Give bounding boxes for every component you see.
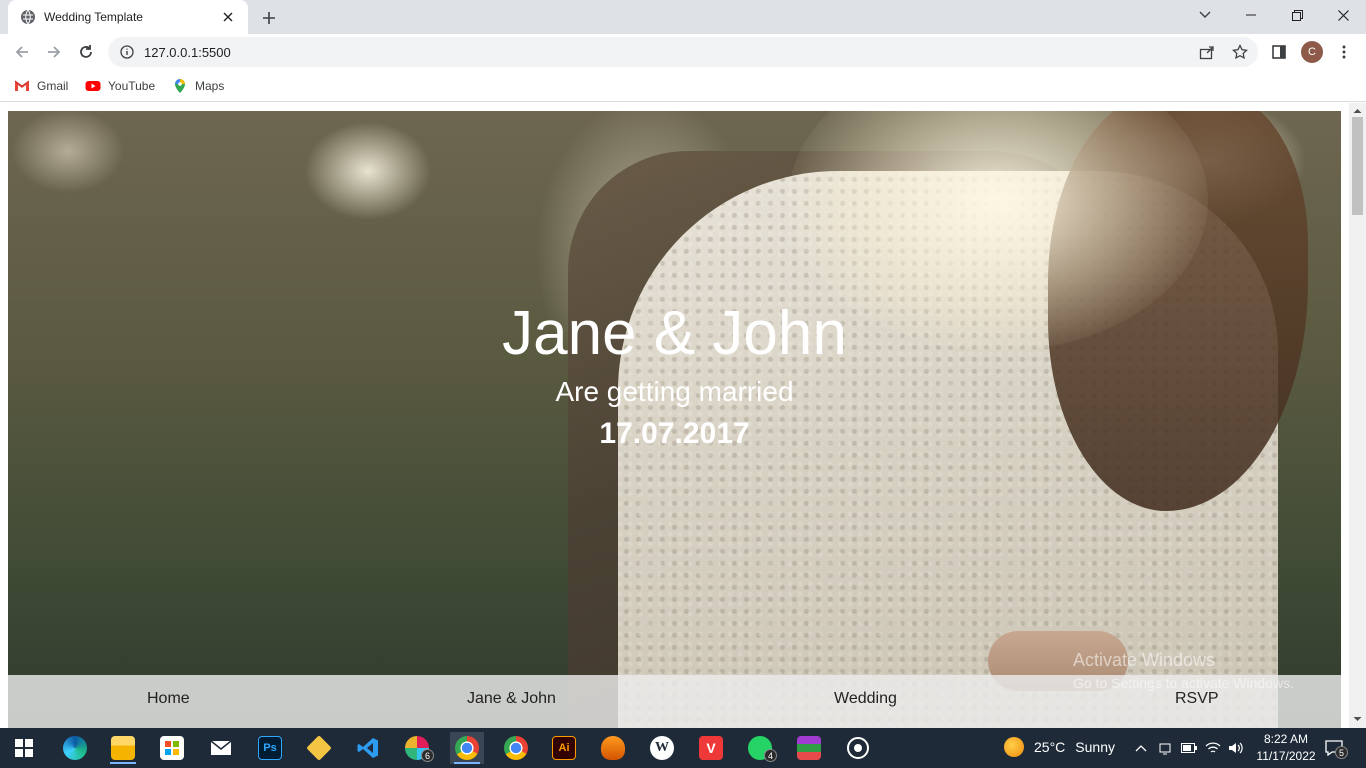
couple-names-heading: Jane & John bbox=[502, 299, 847, 368]
restore-button[interactable] bbox=[1274, 0, 1320, 30]
weather-temp: 25°C bbox=[1034, 739, 1066, 755]
slack-badge: 6 bbox=[421, 749, 434, 762]
browser-tab[interactable]: Wedding Template bbox=[8, 0, 248, 34]
url-text: 127.0.0.1:5500 bbox=[144, 44, 231, 60]
close-window-button[interactable] bbox=[1320, 0, 1366, 30]
watermark-subtitle: Go to Settings to activate Windows. bbox=[1073, 675, 1294, 691]
nav-link-wedding[interactable]: Wedding bbox=[834, 690, 897, 708]
minimize-button[interactable] bbox=[1228, 0, 1274, 30]
forward-button[interactable] bbox=[41, 39, 67, 65]
fl-studio-icon[interactable] bbox=[596, 732, 630, 764]
site-info-icon[interactable] bbox=[120, 45, 134, 59]
windows-taskbar: Ps 6 Ai W V 4 25°C Sunny 8:22 AM 11/17/2… bbox=[0, 728, 1366, 768]
globe-icon bbox=[20, 9, 36, 25]
photoshop-icon[interactable]: Ps bbox=[253, 732, 287, 764]
start-button[interactable] bbox=[7, 732, 41, 764]
sun-icon bbox=[1004, 737, 1024, 757]
weather-widget[interactable]: 25°C Sunny bbox=[1004, 737, 1115, 757]
back-button[interactable] bbox=[9, 39, 35, 65]
chrome-profile-icon[interactable] bbox=[499, 732, 533, 764]
tab-title: Wedding Template bbox=[44, 10, 143, 24]
illustrator-icon[interactable]: Ai bbox=[547, 732, 581, 764]
tab-strip: Wedding Template bbox=[0, 0, 1366, 34]
page-scrollbar[interactable] bbox=[1349, 103, 1366, 728]
youtube-icon bbox=[85, 78, 101, 94]
more-menu-icon[interactable] bbox=[1334, 42, 1354, 62]
nav-link-home[interactable]: Home bbox=[147, 690, 190, 708]
scroll-down-arrow[interactable] bbox=[1353, 715, 1362, 724]
close-tab-icon[interactable] bbox=[220, 9, 236, 25]
bookmark-star-icon[interactable] bbox=[1232, 44, 1248, 60]
microsoft-store-icon[interactable] bbox=[155, 732, 189, 764]
bookmarks-bar: Gmail YouTube Maps bbox=[0, 70, 1366, 102]
start-icon bbox=[15, 739, 33, 757]
system-clock[interactable]: 8:22 AM 11/17/2022 bbox=[1250, 731, 1322, 765]
mail-icon[interactable] bbox=[204, 732, 238, 764]
weather-condition: Sunny bbox=[1075, 739, 1115, 755]
clock-time: 8:22 AM bbox=[1263, 732, 1309, 746]
watermark-title: Activate Windows bbox=[1073, 650, 1216, 670]
bookmark-youtube[interactable]: YouTube bbox=[85, 76, 155, 96]
bookmark-maps[interactable]: Maps bbox=[172, 76, 224, 96]
maps-icon bbox=[172, 78, 188, 94]
battery-icon[interactable] bbox=[1181, 740, 1197, 756]
nav-link-jane-john[interactable]: Jane & John bbox=[467, 690, 556, 708]
bookmark-gmail[interactable]: Gmail bbox=[14, 76, 68, 96]
gmail-icon bbox=[14, 78, 30, 94]
vivaldi-icon[interactable]: V bbox=[694, 732, 728, 764]
hero-section: Jane & John Are getting married 17.07.20… bbox=[8, 111, 1341, 728]
git-icon[interactable] bbox=[302, 732, 336, 764]
clock-date: 11/17/2022 bbox=[1256, 749, 1316, 763]
bookmark-label: Gmail bbox=[37, 79, 69, 93]
notification-badge: 5 bbox=[1335, 746, 1348, 759]
reload-button[interactable] bbox=[73, 39, 99, 65]
browser-toolbar: 127.0.0.1:5500 C bbox=[0, 34, 1366, 70]
bookmark-label: Maps bbox=[195, 79, 225, 93]
share-icon[interactable] bbox=[1199, 44, 1215, 60]
slack-icon[interactable]: 6 bbox=[400, 732, 434, 764]
activation-watermark: Activate Windows Go to Settings to activ… bbox=[1073, 650, 1294, 691]
volume-icon[interactable] bbox=[1228, 740, 1244, 756]
wordpress-icon[interactable]: W bbox=[645, 732, 679, 764]
whatsapp-icon[interactable]: 4 bbox=[743, 732, 777, 764]
winrar-icon[interactable] bbox=[792, 732, 826, 764]
hero-subtitle: Are getting married bbox=[555, 376, 794, 407]
wedding-date: 17.07.2017 bbox=[599, 417, 750, 450]
page-viewport: Jane & John Are getting married 17.07.20… bbox=[0, 103, 1366, 728]
chrome-icon[interactable] bbox=[450, 732, 484, 764]
new-tab-button[interactable] bbox=[258, 7, 280, 29]
chevron-up-icon[interactable] bbox=[1133, 740, 1149, 756]
device-icon[interactable] bbox=[1157, 740, 1173, 756]
wifi-icon[interactable] bbox=[1205, 740, 1221, 756]
scroll-up-arrow[interactable] bbox=[1353, 106, 1362, 115]
notification-center-button[interactable]: 5 bbox=[1322, 737, 1348, 759]
nav-link-rsvp[interactable]: RSVP bbox=[1175, 690, 1219, 708]
whatsapp-badge: 4 bbox=[764, 749, 777, 762]
address-bar[interactable]: 127.0.0.1:5500 bbox=[108, 37, 1258, 67]
scroll-thumb[interactable] bbox=[1352, 117, 1363, 215]
file-explorer-icon[interactable] bbox=[106, 732, 140, 764]
obs-icon[interactable] bbox=[841, 732, 875, 764]
edge-icon[interactable] bbox=[58, 732, 92, 764]
side-panel-icon[interactable] bbox=[1269, 42, 1289, 62]
profile-avatar[interactable]: C bbox=[1301, 41, 1323, 63]
tab-search-icon[interactable] bbox=[1182, 0, 1228, 30]
bookmark-label: YouTube bbox=[108, 79, 156, 93]
vscode-icon[interactable] bbox=[351, 732, 385, 764]
